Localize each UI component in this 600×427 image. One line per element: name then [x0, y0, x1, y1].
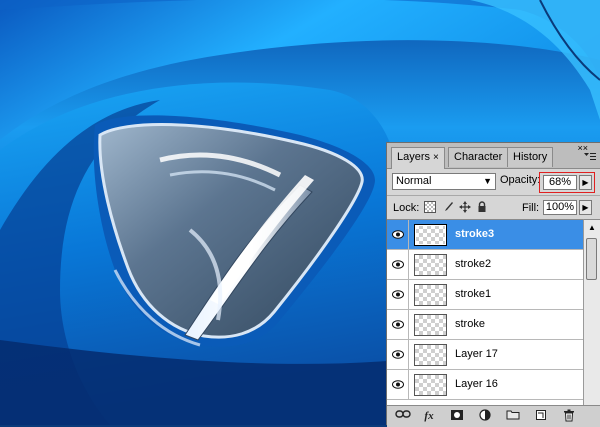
- layer-thumbnail: [414, 254, 447, 276]
- tab-character-label: Character: [454, 151, 503, 163]
- panel-menu-icon[interactable]: [583, 152, 597, 164]
- layer-thumbnail: [414, 344, 447, 366]
- visibility-eye-icon[interactable]: [387, 220, 409, 249]
- layer-row[interactable]: stroke: [387, 310, 583, 340]
- layer-name: stroke1: [455, 288, 492, 300]
- layer-list-scrollbar[interactable]: ▲: [583, 219, 600, 405]
- blend-options-row: Normal ▼ Opacity: 68% ▶: [387, 169, 600, 195]
- layer-name: stroke2: [455, 258, 492, 270]
- lock-image-pixels-icon[interactable]: [442, 201, 454, 213]
- folder-icon[interactable]: [505, 409, 521, 424]
- layer-thumbnail: [414, 314, 447, 336]
- fill-label: Fill:: [522, 202, 540, 214]
- layer-row[interactable]: stroke2: [387, 250, 583, 280]
- layer-thumbnail: [414, 374, 447, 396]
- layer-row[interactable]: stroke1: [387, 280, 583, 310]
- layer-name: Layer 16: [455, 378, 498, 390]
- lock-options-row: Lock: Fill: 100% ▶: [387, 195, 600, 220]
- scrollbar-thumb[interactable]: [586, 238, 597, 280]
- lock-all-icon[interactable]: [476, 201, 488, 213]
- adjustment-icon[interactable]: [477, 409, 493, 424]
- lock-transparent-pixels-icon[interactable]: [424, 201, 436, 213]
- layer-list: stroke3 stroke2 stroke1 stroke Layer 17 …: [387, 219, 583, 406]
- link-icon[interactable]: [395, 409, 411, 424]
- layer-row[interactable]: Layer 16: [387, 370, 583, 400]
- layer-thumbnail: [414, 284, 447, 306]
- lock-position-icon[interactable]: [459, 201, 471, 213]
- visibility-eye-icon[interactable]: [387, 250, 409, 279]
- blend-mode-value: Normal: [396, 175, 432, 187]
- opacity-highlight-box: 68% ▶: [539, 172, 595, 193]
- visibility-eye-icon[interactable]: [387, 340, 409, 369]
- tab-close-icon[interactable]: ×: [433, 148, 439, 167]
- chevron-down-icon: ▼: [483, 176, 492, 186]
- lock-label: Lock:: [393, 202, 420, 214]
- tab-layers[interactable]: Layers ×: [391, 147, 445, 169]
- opacity-slider-arrow-icon[interactable]: ▶: [579, 175, 592, 190]
- scroll-up-icon[interactable]: ▲: [586, 222, 598, 234]
- tab-layers-label: Layers: [397, 151, 431, 163]
- layers-panel: Layers × Character History ×× Normal ▼ Op…: [386, 142, 600, 427]
- trash-icon[interactable]: [561, 409, 577, 424]
- layer-row[interactable]: stroke3: [387, 220, 583, 250]
- tab-history[interactable]: History: [507, 147, 554, 167]
- visibility-eye-icon[interactable]: [387, 370, 409, 399]
- fill-input[interactable]: 100%: [543, 200, 577, 215]
- layer-name: stroke: [455, 318, 485, 330]
- layer-thumbnail: [414, 224, 447, 246]
- tab-character[interactable]: Character: [448, 147, 509, 167]
- panel-tab-bar: Layers × Character History ××: [387, 143, 600, 169]
- visibility-eye-icon[interactable]: [387, 280, 409, 309]
- layer-actions-bar: fx: [387, 405, 600, 427]
- new-layer-icon[interactable]: [533, 409, 549, 424]
- opacity-input[interactable]: 68%: [543, 175, 577, 190]
- visibility-eye-icon[interactable]: [387, 310, 409, 339]
- layer-name: stroke3: [455, 228, 495, 240]
- tab-history-label: History: [513, 151, 548, 163]
- fx-icon[interactable]: fx: [421, 409, 437, 424]
- fill-slider-arrow-icon[interactable]: ▶: [579, 200, 592, 215]
- opacity-label: Opacity:: [500, 174, 541, 186]
- mask-icon[interactable]: [449, 409, 465, 424]
- blend-mode-select[interactable]: Normal ▼: [392, 173, 496, 190]
- layer-row[interactable]: Layer 17: [387, 340, 583, 370]
- layer-name: Layer 17: [455, 348, 498, 360]
